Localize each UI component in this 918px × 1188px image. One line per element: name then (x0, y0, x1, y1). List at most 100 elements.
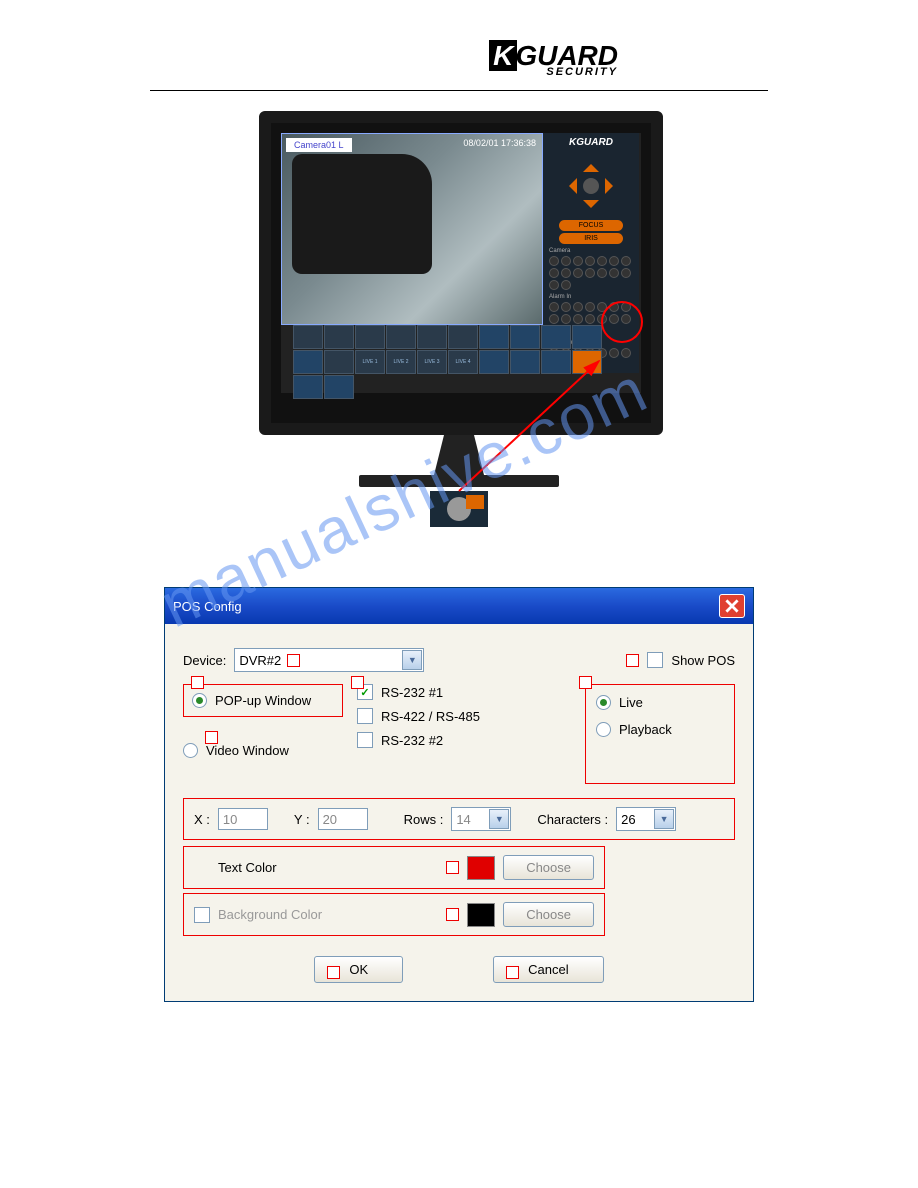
bg-color-checkbox[interactable] (194, 907, 210, 923)
focus-button[interactable]: FOCUS (559, 220, 623, 231)
brand-logo: KGUARD SECURITY (489, 40, 618, 78)
live-button[interactable]: LIVE 2 (386, 350, 416, 374)
text-color-choose-button[interactable]: Choose (503, 855, 594, 880)
x-input[interactable]: 10 (218, 808, 268, 830)
geometry-row: X : 10 Y : 20 Rows : 14 ▼ Characters : 2… (183, 798, 735, 840)
logo-k: K (489, 40, 517, 71)
toolbar: LIVE 1 LIVE 2 LIVE 3 LIVE 4 (293, 325, 629, 379)
annotation-marker (626, 654, 639, 667)
rs422-label: RS-422 / RS-485 (381, 709, 480, 724)
chevron-down-icon[interactable]: ▼ (402, 650, 422, 670)
rows-combo[interactable]: 14 ▼ (451, 807, 511, 831)
annotation-marker (351, 676, 364, 689)
camera-label: Camera01 L (286, 138, 352, 152)
ptz-down-icon[interactable] (583, 200, 599, 216)
x-label: X : (194, 812, 210, 827)
popup-window-label: POP-up Window (215, 693, 311, 708)
text-color-row: Text Color Choose (183, 846, 605, 889)
bg-color-row: Background Color Choose (183, 893, 605, 936)
playback-label: Playback (619, 722, 672, 737)
live-radio[interactable] (596, 695, 611, 710)
device-label: Device: (183, 653, 226, 668)
popup-window-radio[interactable] (192, 693, 207, 708)
ptz-up-icon[interactable] (583, 156, 599, 172)
toolbar-button[interactable] (386, 325, 416, 349)
pos-config-dialog: POS Config Device: DVR#2 ▼ Show POS (164, 587, 754, 1002)
video-window-label: Video Window (206, 743, 289, 758)
annotation-marker (506, 966, 519, 979)
device-value: DVR#2 (239, 653, 281, 668)
iris-button[interactable]: IRIS (559, 233, 623, 244)
ok-button[interactable]: OK (314, 956, 403, 983)
dvr-monitor: Camera01 L 08/02/01 17:36:38 KGUARD FO (259, 111, 659, 527)
timestamp: 08/02/01 17:36:38 (463, 138, 536, 148)
toolbar-button[interactable] (417, 325, 447, 349)
show-pos-label: Show POS (671, 653, 735, 668)
toolbar-button[interactable] (479, 350, 509, 374)
show-pos-checkbox[interactable] (647, 652, 663, 668)
ptz-control[interactable] (561, 156, 621, 216)
toolbar-button[interactable] (448, 325, 478, 349)
bg-color-choose-button[interactable]: Choose (503, 902, 594, 927)
alarmin-section-label: Alarm In (543, 292, 639, 300)
text-color-label: Text Color (218, 860, 277, 875)
toolbar-button[interactable] (293, 375, 323, 399)
annotation-marker (287, 654, 300, 667)
chars-combo[interactable]: 26 ▼ (616, 807, 676, 831)
monitor-stand (409, 435, 509, 475)
text-color-swatch[interactable] (467, 856, 495, 880)
vehicle-shape (292, 154, 432, 274)
cancel-button[interactable]: Cancel (493, 956, 603, 983)
chevron-down-icon[interactable]: ▼ (654, 809, 674, 829)
live-button[interactable]: LIVE 4 (448, 350, 478, 374)
annotation-marker (327, 966, 340, 979)
ptz-left-icon[interactable] (561, 178, 577, 194)
toolbar-button[interactable] (324, 325, 354, 349)
toolbar-button[interactable] (510, 325, 540, 349)
y-input[interactable]: 20 (318, 808, 368, 830)
camera-grid[interactable] (543, 254, 639, 292)
rs232-1-label: RS-232 #1 (381, 685, 443, 700)
toolbar-button[interactable] (355, 325, 385, 349)
toolbar-button[interactable] (541, 325, 571, 349)
live-button[interactable]: LIVE 1 (355, 350, 385, 374)
video-window-radio[interactable] (183, 743, 198, 758)
toolbar-button[interactable] (541, 350, 571, 374)
device-combo[interactable]: DVR#2 ▼ (234, 648, 424, 672)
close-button[interactable] (719, 594, 745, 618)
toolbar-button[interactable] (293, 325, 323, 349)
rs232-2-checkbox[interactable] (357, 732, 373, 748)
bg-color-label: Background Color (218, 907, 322, 922)
callout-circle (601, 301, 643, 343)
chars-label: Characters : (537, 812, 608, 827)
dialog-title: POS Config (173, 599, 242, 614)
rs422-checkbox[interactable] (357, 708, 373, 724)
panel-logo: KGUARD (543, 133, 639, 152)
live-button[interactable]: LIVE 3 (417, 350, 447, 374)
annotation-marker (446, 908, 459, 921)
playback-radio[interactable] (596, 722, 611, 737)
annotation-marker (446, 861, 459, 874)
toolbar-button[interactable] (479, 325, 509, 349)
toolbar-button[interactable] (572, 325, 602, 349)
page-header: KGUARD SECURITY (150, 0, 768, 91)
window-mode-group: POP-up Window (183, 684, 343, 717)
ptz-right-icon[interactable] (605, 178, 621, 194)
camera-section-label: Camera (543, 246, 639, 254)
live-label: Live (619, 695, 643, 710)
settings-button[interactable] (572, 350, 602, 374)
toolbar-button[interactable] (324, 350, 354, 374)
toolbar-button[interactable] (293, 350, 323, 374)
toolbar-button[interactable] (324, 375, 354, 399)
chevron-down-icon[interactable]: ▼ (489, 809, 509, 829)
ptz-center-icon[interactable] (583, 178, 599, 194)
toolbar-button[interactable] (510, 350, 540, 374)
bg-color-swatch[interactable] (467, 903, 495, 927)
y-label: Y : (294, 812, 310, 827)
rows-label: Rows : (404, 812, 444, 827)
monitor-base (359, 475, 559, 487)
annotation-marker (579, 676, 592, 689)
annotation-marker (191, 676, 204, 689)
titlebar: POS Config (165, 588, 753, 624)
settings-icon-zoom (430, 491, 488, 527)
